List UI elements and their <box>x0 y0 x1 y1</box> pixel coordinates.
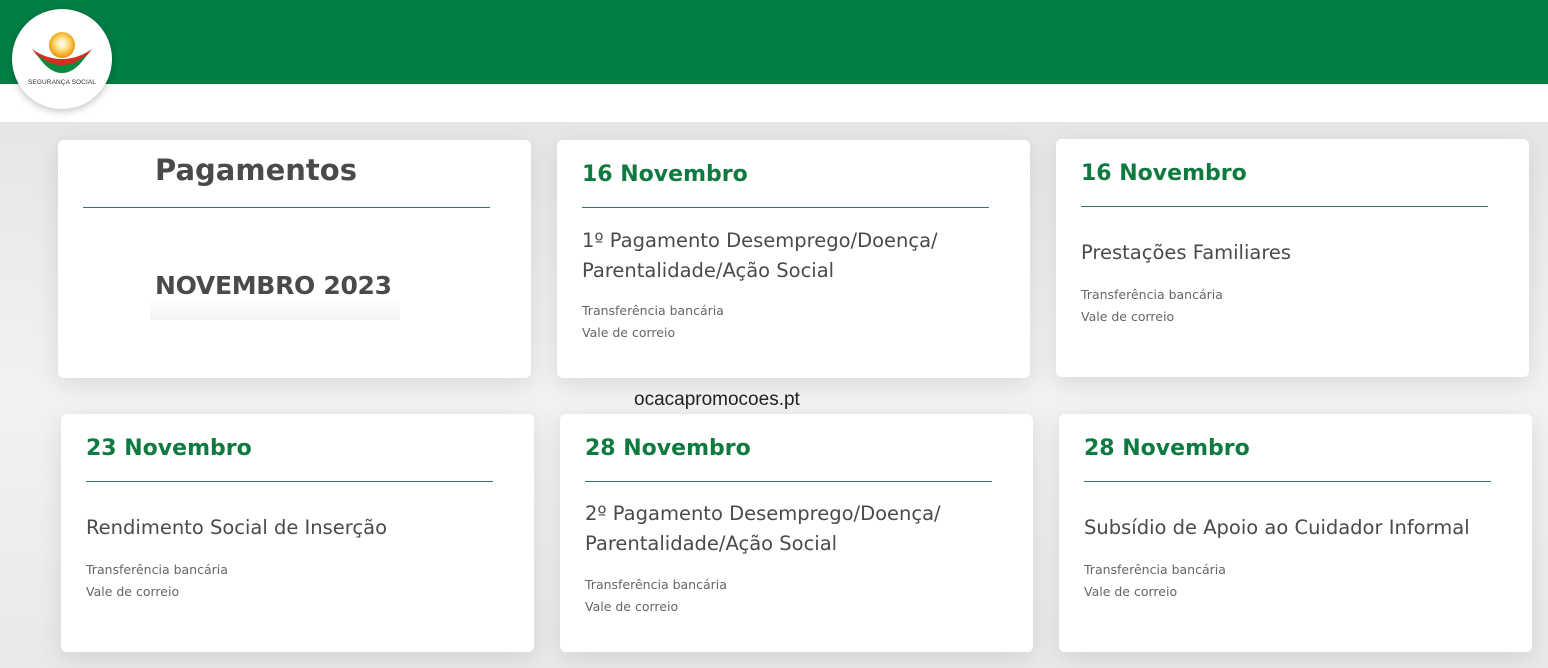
header-strip <box>0 84 1548 122</box>
divider <box>585 481 992 482</box>
watermark-text: ocacapromocoes.pt <box>634 389 800 410</box>
sun-logo-icon <box>32 32 92 73</box>
payment-method: Vale de correio <box>86 584 180 599</box>
payment-methods: Transferência bancária Vale de correio <box>86 559 228 603</box>
payment-date: 16 Novembro <box>582 162 748 187</box>
payment-title-line: Parentalidade/Ação Social <box>585 532 838 555</box>
payment-method: Vale de correio <box>585 599 679 614</box>
page-title: Pagamentos <box>155 153 357 187</box>
payment-title-line: Rendimento Social de Inserção <box>86 516 387 539</box>
divider <box>582 207 989 208</box>
payment-method: Transferência bancária <box>1084 562 1226 577</box>
payment-method: Transferência bancária <box>1081 287 1223 302</box>
divider <box>1081 206 1488 207</box>
payment-methods: Transferência bancária Vale de correio <box>1084 559 1226 603</box>
payment-title: Prestações Familiares <box>1081 238 1501 268</box>
divider <box>1084 481 1491 482</box>
payment-method: Transferência bancária <box>585 577 727 592</box>
payment-method: Transferência bancária <box>86 562 228 577</box>
payment-method: Vale de correio <box>1084 584 1178 599</box>
payment-title-line: 1º Pagamento Desemprego/Doença/ <box>582 229 938 252</box>
payment-method: Transferência bancária <box>582 303 724 318</box>
payment-title-line: Subsídio de Apoio ao Cuidador Informal <box>1084 516 1470 539</box>
payment-methods: Transferência bancária Vale de correio <box>582 300 724 344</box>
payment-card[interactable]: 28 Novembro 2º Pagamento Desemprego/Doen… <box>560 414 1033 652</box>
payment-card[interactable]: 23 Novembro Rendimento Social de Inserçã… <box>61 414 534 652</box>
payment-card[interactable]: 16 Novembro Prestações Familiares Transf… <box>1056 139 1529 377</box>
intro-card: Pagamentos NOVEMBRO 2023 <box>58 140 531 378</box>
divider <box>86 481 493 482</box>
payment-date: 23 Novembro <box>86 436 252 461</box>
payment-card[interactable]: 16 Novembro 1º Pagamento Desemprego/Doen… <box>557 140 1030 378</box>
payment-title-line: Prestações Familiares <box>1081 241 1292 264</box>
payment-title: 2º Pagamento Desemprego/Doença/ Parental… <box>585 499 1005 559</box>
payment-date: 16 Novembro <box>1081 161 1247 186</box>
divider <box>83 207 490 208</box>
payment-title-line: Parentalidade/Ação Social <box>582 259 835 282</box>
seguranca-social-logo[interactable]: SEGURANÇA SOCIAL <box>12 9 112 109</box>
logo-text: SEGURANÇA SOCIAL <box>27 79 97 86</box>
payment-date: 28 Novembro <box>585 436 751 461</box>
payment-methods: Transferência bancária Vale de correio <box>585 574 727 618</box>
payment-title: Rendimento Social de Inserção <box>86 513 506 543</box>
payment-title: Subsídio de Apoio ao Cuidador Informal <box>1084 513 1504 543</box>
payment-title-line: 2º Pagamento Desemprego/Doença/ <box>585 502 941 525</box>
payment-method: Vale de correio <box>1081 309 1175 324</box>
month-label: NOVEMBRO 2023 <box>155 271 392 300</box>
payment-date: 28 Novembro <box>1084 436 1250 461</box>
payment-card[interactable]: 28 Novembro Subsídio de Apoio ao Cuidado… <box>1059 414 1532 652</box>
payment-title: 1º Pagamento Desemprego/Doença/ Parental… <box>582 226 1002 286</box>
header-bar <box>0 0 1548 84</box>
payment-method: Vale de correio <box>582 325 676 340</box>
payment-methods: Transferência bancária Vale de correio <box>1081 284 1223 328</box>
